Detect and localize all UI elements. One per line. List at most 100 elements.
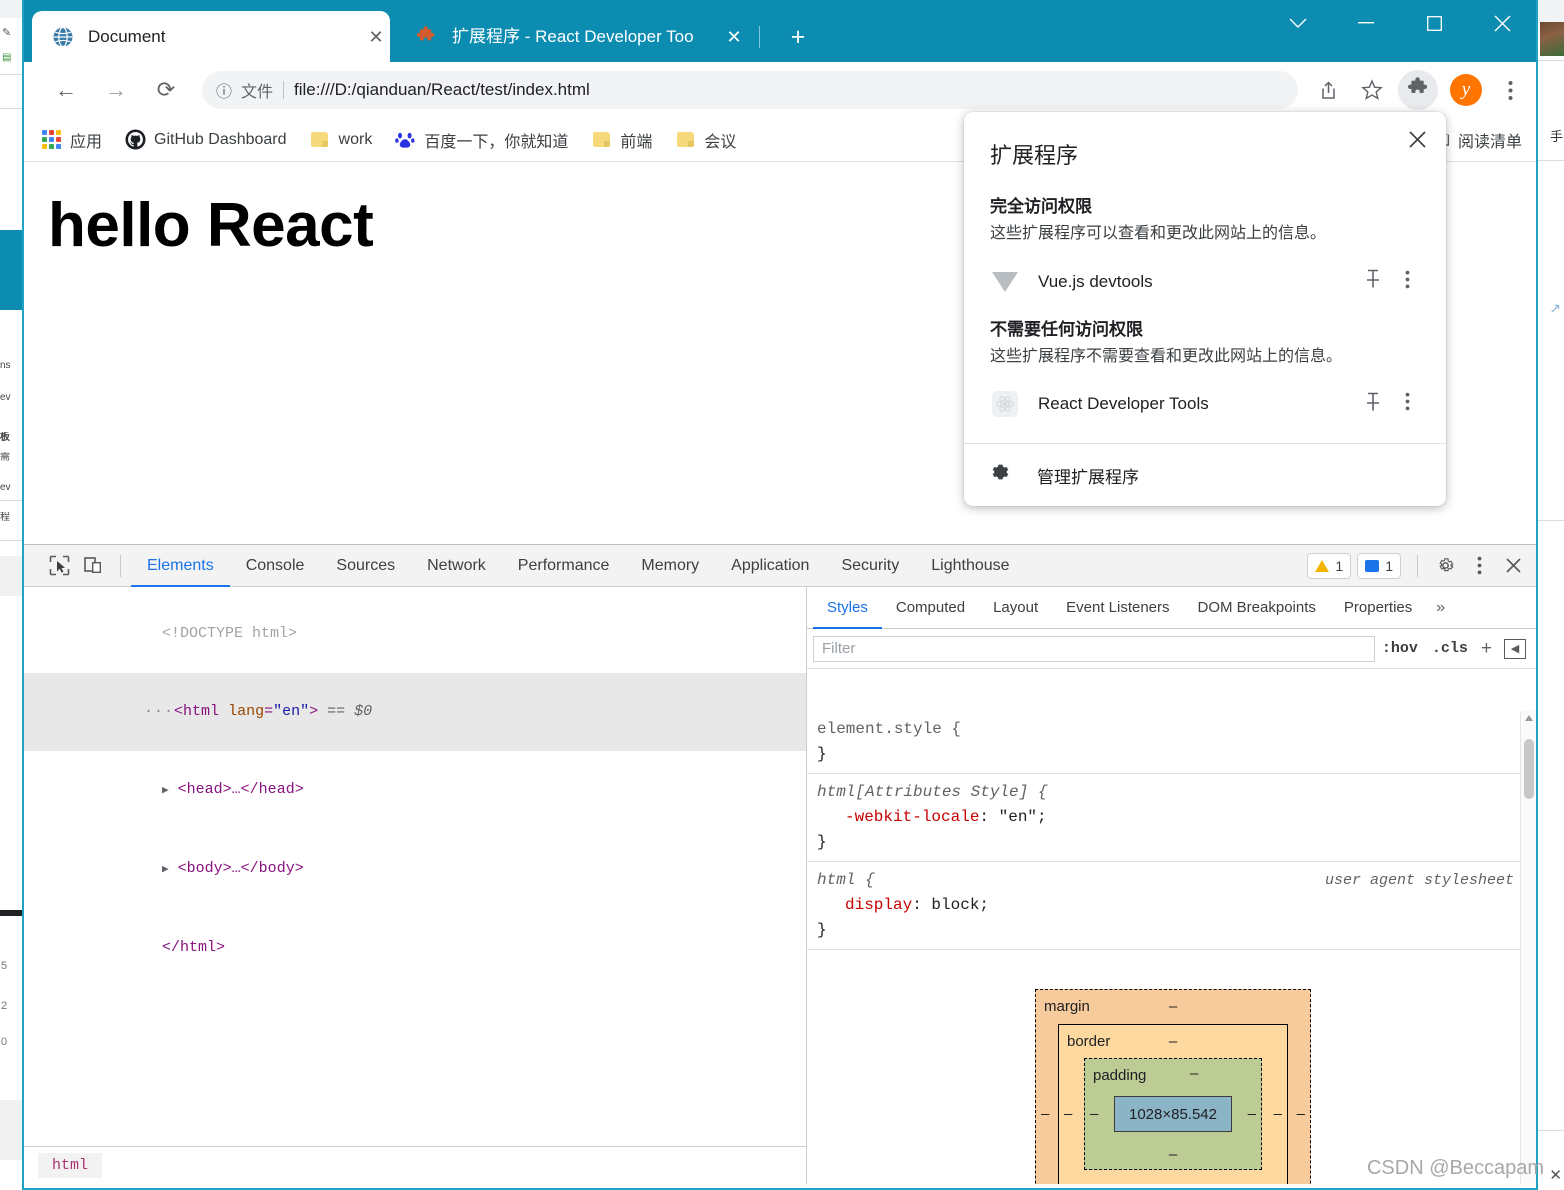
margin-top-value[interactable]: –: [1169, 994, 1177, 1019]
info-circle-icon[interactable]: ⓘ: [216, 78, 232, 102]
rule-property[interactable]: -webkit-locale: [817, 808, 979, 826]
devtools-tab-application[interactable]: Application: [715, 545, 825, 587]
devtools-tab-security[interactable]: Security: [825, 545, 915, 587]
margin-right-value[interactable]: –: [1297, 1102, 1305, 1127]
message-count: 1: [1385, 557, 1393, 574]
dom-line-body[interactable]: ▶ <body>…</body>: [36, 830, 806, 909]
breadcrumb-item-html[interactable]: html: [38, 1153, 103, 1178]
pin-icon[interactable]: [1356, 269, 1390, 294]
gear-icon[interactable]: [1428, 550, 1462, 582]
rule-property[interactable]: display: [817, 896, 912, 914]
forward-button[interactable]: →: [92, 70, 140, 110]
hov-toggle[interactable]: :hov: [1375, 640, 1425, 657]
share-icon[interactable]: [1306, 70, 1350, 110]
padding-top-value[interactable]: –: [1190, 1061, 1198, 1086]
tab-document[interactable]: Document ✕: [32, 11, 390, 62]
minimize-icon[interactable]: [1332, 0, 1400, 46]
rule-value[interactable]: block;: [931, 896, 989, 914]
html-attr-value: "en": [273, 703, 310, 720]
devtools-tab-elements[interactable]: Elements: [131, 545, 230, 587]
tab-close-button[interactable]: ✕: [720, 26, 748, 48]
border-right-value[interactable]: –: [1274, 1102, 1282, 1127]
close-icon[interactable]: [1402, 124, 1432, 154]
new-tab-button[interactable]: +: [782, 24, 814, 52]
new-style-rule-button[interactable]: +: [1475, 638, 1498, 660]
border-bottom-value[interactable]: –: [1169, 1176, 1177, 1184]
bg-right-arrow-icon: ↗: [1549, 300, 1561, 316]
styles-tab-layout[interactable]: Layout: [979, 587, 1052, 629]
close-icon[interactable]: [1496, 550, 1530, 582]
dom-line-html-close[interactable]: </html>: [36, 909, 806, 987]
extension-item-vue-devtools[interactable]: Vue.js devtools: [964, 255, 1446, 309]
gear-icon: [990, 462, 1011, 489]
panel-toggle-icon[interactable]: ◀: [1504, 638, 1526, 659]
border-top-value[interactable]: –: [1169, 1029, 1177, 1054]
styles-tab-styles[interactable]: Styles: [813, 587, 882, 629]
bookmark-work[interactable]: work: [309, 129, 372, 151]
box-model-border[interactable]: border – – – – padding – – –: [1058, 1024, 1288, 1184]
tab-close-button[interactable]: ✕: [362, 26, 390, 48]
manage-extensions-button[interactable]: 管理扩展程序: [964, 444, 1446, 506]
box-model-padding[interactable]: padding – – – – 1028×85.542: [1084, 1058, 1262, 1170]
chevron-double-right-icon[interactable]: »: [1426, 599, 1455, 617]
bookmark-frontend[interactable]: 前端: [590, 128, 652, 152]
rule-value[interactable]: "en";: [999, 808, 1047, 826]
devtools-tab-memory[interactable]: Memory: [625, 545, 715, 587]
maximize-icon[interactable]: [1400, 0, 1468, 46]
devtools-tab-lighthouse[interactable]: Lighthouse: [915, 545, 1025, 587]
three-dots-icon[interactable]: [1490, 70, 1530, 110]
back-button[interactable]: ←: [42, 70, 90, 110]
bookmark-apps[interactable]: 应用: [40, 128, 102, 152]
avatar[interactable]: y: [1450, 74, 1482, 106]
chevron-down-icon[interactable]: [1264, 0, 1332, 46]
style-rule-html-attributes[interactable]: html[Attributes Style] { -webkit-locale:…: [807, 774, 1520, 862]
style-rule-html-ua[interactable]: html { user agent stylesheet display: bl…: [807, 862, 1520, 950]
inspect-cursor-icon[interactable]: [42, 550, 76, 582]
bookmark-baidu[interactable]: 百度一下，你就知道: [394, 128, 568, 152]
styles-tab-computed[interactable]: Computed: [882, 587, 979, 629]
dom-line-doctype[interactable]: <!DOCTYPE html>: [36, 595, 806, 673]
box-model-margin[interactable]: margin – – – – border – – – –: [1035, 989, 1311, 1184]
chevron-right-icon[interactable]: ▶: [162, 785, 169, 797]
devtools-tab-console[interactable]: Console: [230, 545, 321, 587]
reload-button[interactable]: ⟳: [142, 70, 190, 110]
padding-left-value[interactable]: –: [1090, 1102, 1098, 1127]
bookmark-meeting[interactable]: 会议: [674, 128, 736, 152]
scroll-up-arrow-icon[interactable]: [1525, 715, 1533, 721]
three-dots-icon[interactable]: [1462, 550, 1496, 582]
styles-tab-event-listeners[interactable]: Event Listeners: [1052, 587, 1183, 629]
devtools-tab-performance[interactable]: Performance: [502, 545, 626, 587]
bookmark-github-dashboard[interactable]: GitHub Dashboard: [124, 129, 287, 151]
extension-item-react-devtools[interactable]: React Developer Tools: [964, 377, 1446, 431]
styles-tab-dom-breakpoints[interactable]: DOM Breakpoints: [1184, 587, 1330, 629]
dom-line-head[interactable]: ▶ <head>…</head>: [36, 751, 806, 830]
address-bar[interactable]: ⓘ 文件 file:///D:/qianduan/React/test/inde…: [202, 71, 1298, 109]
margin-left-value[interactable]: –: [1041, 1102, 1049, 1127]
styles-tab-properties[interactable]: Properties: [1330, 587, 1426, 629]
chevron-right-icon[interactable]: ▶: [162, 864, 169, 876]
close-icon[interactable]: [1468, 0, 1536, 46]
dom-line-html[interactable]: ···<html lang="en"> == $0: [24, 673, 806, 751]
styles-filter-input[interactable]: [813, 635, 1375, 662]
three-dots-icon[interactable]: [1390, 392, 1424, 416]
devtools-tab-sources[interactable]: Sources: [320, 545, 411, 587]
warning-badge[interactable]: 1: [1307, 552, 1352, 579]
device-toolbar-icon[interactable]: [76, 550, 110, 582]
message-badge[interactable]: 1: [1357, 552, 1401, 579]
styles-scrollbar[interactable]: [1520, 711, 1536, 1184]
box-model-content[interactable]: 1028×85.542: [1114, 1096, 1232, 1132]
padding-right-value[interactable]: –: [1248, 1102, 1256, 1127]
extensions-button[interactable]: [1398, 70, 1438, 110]
three-dots-icon[interactable]: [1390, 270, 1424, 294]
cls-toggle[interactable]: .cls: [1425, 640, 1475, 657]
pin-icon[interactable]: [1356, 392, 1390, 417]
tab-extensions-react-devtools[interactable]: 扩展程序 - React Developer Too ✕: [396, 11, 748, 62]
reading-list-button[interactable]: ❏ 阅读清单: [1437, 128, 1522, 152]
devtools-tab-network[interactable]: Network: [411, 545, 502, 587]
border-left-value[interactable]: –: [1064, 1102, 1072, 1127]
style-rule-element-style[interactable]: element.style { }: [807, 711, 1520, 774]
scrollbar-thumb[interactable]: [1524, 739, 1534, 799]
padding-bottom-value[interactable]: –: [1169, 1142, 1177, 1167]
tab-title: 扩展程序 - React Developer Too: [452, 26, 694, 46]
star-icon[interactable]: [1350, 70, 1394, 110]
